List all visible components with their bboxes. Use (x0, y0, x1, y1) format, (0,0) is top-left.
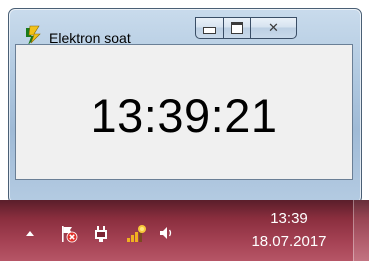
taskbar: 13:39 18.07.2017 (0, 200, 369, 261)
caption-buttons: ✕ (195, 17, 297, 39)
clock-time-display: 13:39:21 (90, 89, 278, 142)
action-center-flag-icon[interactable] (60, 225, 78, 243)
close-button[interactable]: ✕ (250, 17, 297, 39)
close-icon: ✕ (268, 20, 279, 36)
network-icon[interactable] (125, 224, 147, 244)
lightning-app-icon (26, 25, 41, 45)
minimize-button[interactable] (195, 17, 223, 39)
power-icon[interactable] (92, 224, 110, 242)
taskbar-date: 18.07.2017 (251, 233, 327, 250)
volume-icon[interactable] (158, 224, 176, 242)
maximize-button[interactable] (223, 17, 250, 39)
taskbar-clock[interactable]: 13:39 18.07.2017 (240, 207, 338, 253)
clock-panel: 13:39:21 (15, 44, 353, 180)
minimize-icon (203, 27, 216, 34)
app-window: Elektron soat ✕ 13:39:21 (8, 8, 362, 204)
taskbar-time: 13:39 (270, 210, 308, 227)
maximize-icon (231, 22, 243, 34)
show-hidden-icons-arrow-icon[interactable] (26, 231, 34, 236)
show-desktop-button[interactable] (353, 200, 369, 261)
